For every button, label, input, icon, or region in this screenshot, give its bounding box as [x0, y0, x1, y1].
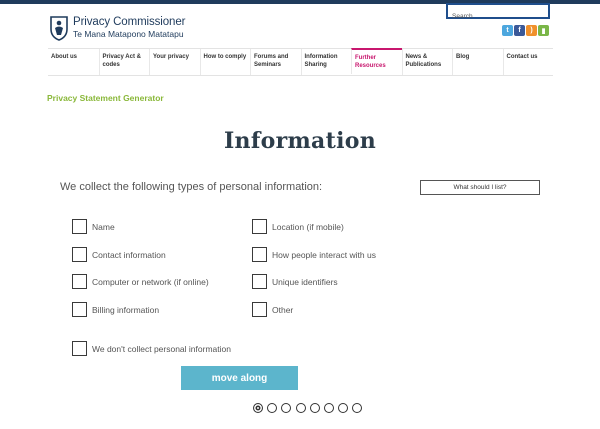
pager-dot[interactable] [338, 403, 349, 413]
search-input[interactable] [448, 10, 548, 23]
option-billing-information[interactable]: Billing information [72, 302, 159, 317]
pager-dot[interactable] [323, 403, 334, 413]
checkbox-billing-information[interactable] [72, 302, 87, 317]
logo-subtitle: Te Mana Matapono Matatapu [73, 29, 184, 39]
option-label: Other [272, 304, 294, 315]
option-unique-identifiers[interactable]: Unique identifiers [252, 274, 338, 289]
main-nav: About us Privacy Act & codes Your privacy H… [48, 48, 553, 76]
option-label: Name [92, 221, 115, 232]
pager-dot[interactable] [267, 403, 278, 413]
nav-item-forums-and-seminars[interactable]: Forums and Seminars [250, 49, 301, 75]
chat-icon[interactable]: ▮ [538, 25, 549, 36]
nav-item-your-privacy[interactable]: Your privacy [149, 49, 200, 75]
option-label: Billing information [92, 304, 160, 315]
facebook-icon[interactable]: f [514, 25, 525, 36]
checkbox-location-if-mobile[interactable] [252, 219, 267, 234]
option-none[interactable]: We don't collect personal information [72, 341, 231, 356]
checkbox-unique-identifiers[interactable] [252, 274, 267, 289]
nav-item-how-to-comply[interactable]: How to comply [199, 49, 251, 75]
logo-icon [50, 16, 68, 41]
nav-item-news-publications[interactable]: News & Publications [401, 49, 453, 75]
checkbox-other[interactable] [252, 302, 267, 317]
checkbox-name[interactable] [72, 219, 87, 234]
pager-dot[interactable] [295, 403, 306, 413]
checkbox-how-people-interact-with-us[interactable] [252, 247, 267, 262]
nav-item-blog[interactable]: Blog [452, 49, 503, 75]
pager-dot[interactable] [352, 403, 363, 413]
step-pager [253, 403, 363, 413]
option-label: Computer or network (if online) [92, 276, 209, 287]
option-label: Contact information [92, 249, 166, 260]
option-computer-or-network-if-online[interactable]: Computer or network (if online) [72, 274, 209, 289]
checkbox-contact-information[interactable] [72, 247, 87, 262]
logo-title: Privacy Commissioner [73, 16, 186, 28]
pager-dot[interactable] [281, 403, 292, 413]
move-along-button[interactable]: move along [181, 366, 298, 390]
twitter-icon[interactable]: t [502, 25, 513, 36]
nav-item-information-sharing[interactable]: Information Sharing [300, 49, 352, 75]
checkbox-none[interactable] [72, 341, 87, 356]
what-should-i-list-button[interactable]: What should I list? [420, 180, 540, 195]
page-title: Information [223, 128, 377, 154]
option-other[interactable]: Other [252, 302, 293, 317]
option-label: How people interact with us [272, 249, 376, 260]
pager-dot[interactable] [253, 403, 263, 413]
checkbox-computer-or-network-if-online[interactable] [72, 274, 87, 289]
section-label: Privacy Statement Generator [47, 93, 164, 103]
question-text: We collect the following types of person… [60, 181, 323, 193]
option-contact-information[interactable]: Contact information [72, 247, 166, 262]
option-label: Location (if mobile) [272, 221, 344, 232]
rss-icon[interactable]: ) [526, 25, 537, 36]
option-location-if-mobile[interactable]: Location (if mobile) [252, 219, 344, 234]
search-box[interactable] [446, 3, 550, 23]
nav-item-about-us[interactable]: About us [48, 49, 99, 75]
nav-item-further-resources[interactable]: Further Resources [351, 48, 402, 74]
option-name[interactable]: Name [72, 219, 115, 234]
option-how-people-interact-with-us[interactable]: How people interact with us [252, 247, 376, 262]
nav-item-privacy-act-codes[interactable]: Privacy Act & codes [98, 49, 150, 75]
option-label: We don't collect personal information [92, 343, 231, 354]
pager-dot[interactable] [309, 403, 320, 413]
social-links: t f) ▮ [502, 25, 549, 36]
option-label: Unique identifiers [272, 276, 338, 287]
nav-item-contact-us[interactable]: Contact us [502, 49, 554, 75]
site-logo[interactable]: Privacy Commissioner Te Mana Matapono Ma… [49, 15, 199, 41]
